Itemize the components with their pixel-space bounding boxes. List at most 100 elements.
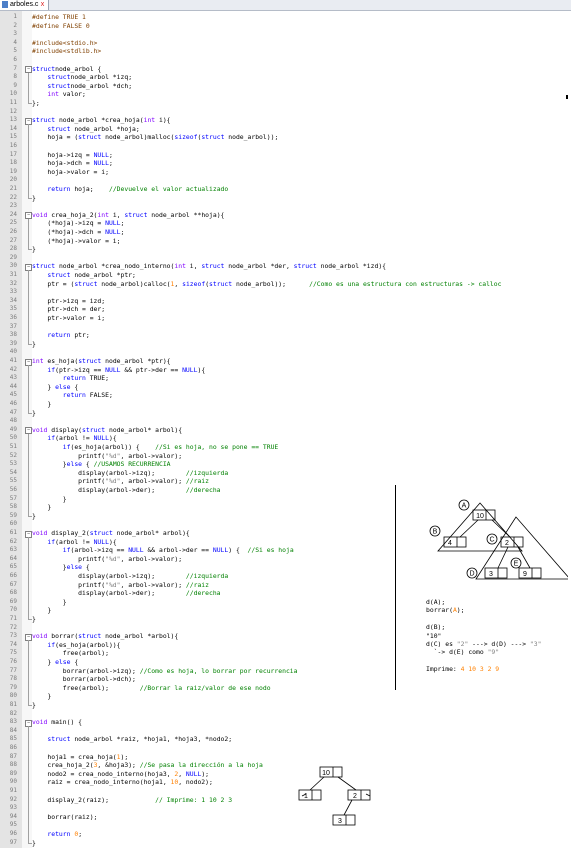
code-line[interactable]: printf("%d", arbol->valor); //raiz	[32, 477, 209, 486]
code-line[interactable]: } else {	[32, 658, 78, 667]
code-line[interactable]: struct node_arbol *hoja;	[32, 125, 139, 134]
code-line[interactable]: hoja = (struct node_arbol)malloc(sizeof(…	[32, 133, 278, 142]
code-line[interactable]: if(ptr->izq == NULL && ptr->der == NULL)…	[32, 366, 205, 375]
code-line[interactable]: structnode_arbol *izq;	[32, 73, 132, 82]
code-token: //raiz	[185, 477, 210, 486]
annotation-line-6-a: `-> d(E) como	[426, 648, 488, 656]
code-line[interactable]: printf("%d", arbol->valor);	[32, 452, 182, 461]
code-token: return	[62, 391, 86, 400]
code-editor[interactable]: #define TRUE 1 #define FALSE 0 #include<st…	[32, 11, 571, 848]
code-token: node_arbol *crea_nodo_interno(	[55, 262, 175, 271]
line-number: 39	[9, 339, 17, 347]
code-line[interactable]: if(es_hoja(arbol)) { //Si es hoja, no se…	[32, 443, 278, 452]
code-line[interactable]: void main() {	[32, 718, 82, 727]
code-line[interactable]: (*hoja)->dch = NULL;	[32, 228, 124, 237]
code-line[interactable]: struct node_arbol *raiz, *hoja1, *hoja3,…	[32, 735, 232, 744]
code-line[interactable]: }	[32, 409, 36, 418]
code-line[interactable]: };	[32, 99, 40, 108]
line-number: 83	[9, 718, 17, 726]
code-token: , &hoja3);	[97, 761, 140, 770]
code-line[interactable]: }	[32, 495, 67, 504]
code-line[interactable]: #include<stdlib.h>	[32, 47, 101, 56]
code-line[interactable]: }	[32, 615, 36, 624]
code-line[interactable]: hoja->dch = NULL;	[32, 159, 112, 168]
code-line[interactable]: }	[32, 692, 51, 701]
code-line[interactable]: display(arbol->izq); //izquierda	[32, 572, 228, 581]
code-line[interactable]: ptr->izq = izd;	[32, 297, 105, 306]
code-line[interactable]: }	[32, 245, 36, 254]
line-number: 34	[9, 296, 17, 304]
code-line[interactable]: return hoja; //Devuelve el valor actuali…	[32, 185, 228, 194]
code-line[interactable]: }	[32, 340, 36, 349]
tab-arboles-c[interactable]: arboles.c x	[0, 0, 49, 10]
code-line[interactable]: ptr = (struct node_arbol)calloc(1, sizeo…	[32, 280, 501, 289]
line-number: 72	[9, 623, 17, 631]
code-line[interactable]: if(arbol->izq == NULL && arbol->der == N…	[32, 546, 294, 555]
code-line[interactable]: return 0;	[32, 830, 82, 839]
code-line[interactable]: int es_hoja(struct node_arbol *ptr){	[32, 357, 171, 366]
code-line[interactable]: return TRUE;	[32, 374, 109, 383]
code-line[interactable]: raiz = crea_nodo_interno(hoja1, 10, nodo…	[32, 778, 212, 787]
code-line[interactable]: (*hoja)->izq = NULL;	[32, 219, 124, 228]
code-token: (*hoja)->dch =	[32, 228, 106, 236]
code-line[interactable]: printf("%d", arbol->valor);	[32, 555, 182, 564]
code-line[interactable]: #include<stdio.h>	[32, 39, 97, 48]
code-line[interactable]: borrar(raiz);	[32, 813, 97, 822]
code-line[interactable]: hoja->izq = NULL;	[32, 151, 112, 160]
code-line[interactable]: struct node_arbol *crea_hoja(int i){	[32, 116, 171, 125]
code-line[interactable]: }else { //USAMOS RECURRENCIA	[32, 460, 171, 469]
code-line[interactable]: return ptr;	[32, 331, 89, 340]
code-line[interactable]: }	[32, 194, 36, 203]
tree1-c-value: 2	[505, 540, 509, 547]
code-line[interactable]: borrar(arbol->izq); //Como es hoja, lo b…	[32, 667, 298, 676]
code-line[interactable]: display(arbol->izq); //izquierda	[32, 469, 228, 478]
code-line[interactable]: }	[32, 503, 51, 512]
code-line[interactable]: hoja->valor = i;	[32, 168, 109, 177]
code-line[interactable]: }else {	[32, 563, 90, 572]
code-line[interactable]: struct node_arbol *ptr;	[32, 271, 136, 280]
code-line[interactable]: ptr->valor = i;	[32, 314, 105, 323]
code-line[interactable]: } else {	[32, 383, 78, 392]
code-line[interactable]: crea_hoja_2(3, &hoja3); //Se pasa la dir…	[32, 761, 263, 770]
code-line[interactable]: }	[32, 701, 36, 710]
code-line[interactable]: void display_2(struct node_arbol* arbol)…	[32, 529, 190, 538]
code-line[interactable]: #define TRUE 1	[32, 13, 86, 22]
code-token: TRUE;	[85, 374, 109, 383]
code-line[interactable]: (*hoja)->valor = i;	[32, 237, 120, 246]
code-line[interactable]: display(arbol->der); //derecha	[32, 589, 220, 598]
tree1-label-d: D	[469, 571, 474, 578]
annotation-line-2-post: );	[456, 606, 465, 614]
code-line[interactable]: ptr->dch = der;	[32, 305, 105, 314]
code-line[interactable]: int valor;	[32, 90, 85, 99]
close-tab-icon[interactable]: x	[39, 0, 46, 9]
code-line[interactable]: }	[32, 598, 67, 607]
code-line[interactable]: structnode_arbol *dch;	[32, 82, 132, 91]
code-line[interactable]: display_2(raiz); // Imprime: 1 10 2 3	[32, 796, 232, 805]
code-line[interactable]: }	[32, 512, 36, 521]
code-line[interactable]: borrar(arbol->dch);	[32, 675, 136, 684]
code-line[interactable]: }	[32, 606, 51, 615]
code-line[interactable]: struct node_arbol *crea_nodo_interno(int…	[32, 262, 386, 271]
code-line[interactable]: }	[32, 839, 36, 848]
code-line[interactable]: free(arbol);	[32, 649, 109, 658]
code-token: //USAMOS RECURRENCIA	[93, 460, 171, 469]
code-line[interactable]: }	[32, 400, 51, 409]
code-token: //Se pasa la dirección a la hoja	[139, 761, 263, 770]
code-line[interactable]: void display(struct node_arbol* arbol){	[32, 426, 182, 435]
code-line[interactable]: display(arbol->der); //derecha	[32, 486, 220, 495]
code-line[interactable]: if(arbol != NULL){	[32, 538, 116, 547]
code-line[interactable]: if(arbol != NULL){	[32, 434, 116, 443]
code-line[interactable]: structnode_arbol {	[32, 65, 101, 74]
code-line[interactable]: void borrar(struct node_arbol *arbol){	[32, 632, 178, 641]
edge-marker	[566, 95, 568, 99]
code-line[interactable]: free(arbol); //Borrar la raiz/valor de e…	[32, 684, 271, 693]
code-line[interactable]: nodo2 = crea_nodo_interno(hoja3, 2, NULL…	[32, 770, 209, 779]
line-number: 21	[9, 185, 17, 192]
code-line[interactable]: return FALSE;	[32, 391, 113, 400]
code-line[interactable]: #define FALSE 0	[32, 22, 90, 31]
code-line[interactable]: if(es_hoja(arbol)){	[32, 641, 120, 650]
code-line[interactable]: printf("%d", arbol->valor); //raiz	[32, 581, 209, 590]
code-line[interactable]: void crea_hoja_2(int i, struct node_arbo…	[32, 211, 224, 220]
code-line[interactable]: hoja1 = crea_hoja(1);	[32, 753, 128, 762]
